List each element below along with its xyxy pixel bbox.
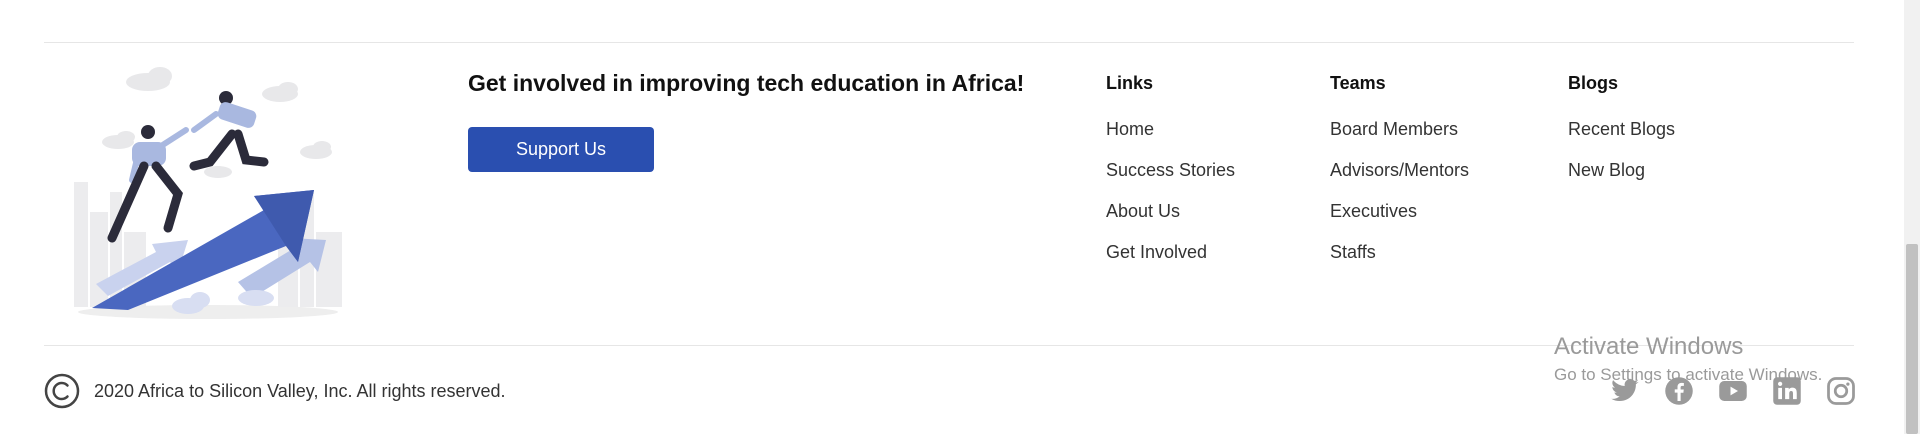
footer-link-item: Executives (1330, 200, 1469, 241)
link-advisors-mentors[interactable]: Advisors/Mentors (1330, 160, 1469, 180)
facebook-icon[interactable] (1664, 376, 1694, 406)
link-get-involved[interactable]: Get Involved (1106, 242, 1207, 262)
link-about-us[interactable]: About Us (1106, 201, 1180, 221)
link-recent-blogs[interactable]: Recent Blogs (1568, 119, 1675, 139)
footer-link-item: New Blog (1568, 159, 1675, 200)
youtube-icon[interactable] (1718, 376, 1748, 406)
footer-link-item: About Us (1106, 200, 1235, 241)
support-us-button[interactable]: Support Us (468, 127, 654, 172)
twitter-icon[interactable] (1610, 376, 1640, 406)
illustration-helping-hand (68, 62, 350, 324)
cta-heading: Get involved in improving tech education… (468, 70, 1025, 96)
link-staffs[interactable]: Staffs (1330, 242, 1376, 262)
linkedin-icon[interactable] (1772, 376, 1802, 406)
column-title-blogs: Blogs (1568, 73, 1619, 93)
copyright-notice: 2020 Africa to Silicon Valley, Inc. All … (44, 372, 506, 410)
top-divider (44, 42, 1854, 43)
footer-link-item: Get Involved (1106, 241, 1235, 282)
footer-link-item: Board Members (1330, 118, 1469, 159)
column-title-teams: Teams (1330, 73, 1386, 93)
link-new-blog[interactable]: New Blog (1568, 160, 1645, 180)
vertical-scrollbar[interactable] (1904, 0, 1920, 434)
footer-link-item: Advisors/Mentors (1330, 159, 1469, 200)
link-executives[interactable]: Executives (1330, 201, 1417, 221)
footer-column-blogs: Blogs Recent Blogs New Blog (1568, 72, 1675, 200)
link-success-stories[interactable]: Success Stories (1106, 160, 1235, 180)
instagram-icon[interactable] (1826, 376, 1856, 406)
watermark-title: Activate Windows (1554, 333, 1744, 360)
footer-column-teams: Teams Board Members Advisors/Mentors Exe… (1330, 72, 1469, 282)
footer-link-item: Home (1106, 118, 1235, 159)
copyright-icon (44, 373, 80, 409)
footer-column-links: Links Home Success Stories About Us Get … (1106, 72, 1235, 282)
column-title-links: Links (1106, 73, 1154, 93)
footer-link-item: Success Stories (1106, 159, 1235, 200)
link-home[interactable]: Home (1106, 119, 1154, 139)
link-board-members[interactable]: Board Members (1330, 119, 1458, 139)
footer-link-item: Staffs (1330, 241, 1469, 282)
footer-link-item: Recent Blogs (1568, 118, 1675, 159)
scrollbar-thumb[interactable] (1906, 244, 1918, 434)
copyright-text: 2020 Africa to Silicon Valley, Inc. All … (94, 380, 506, 401)
